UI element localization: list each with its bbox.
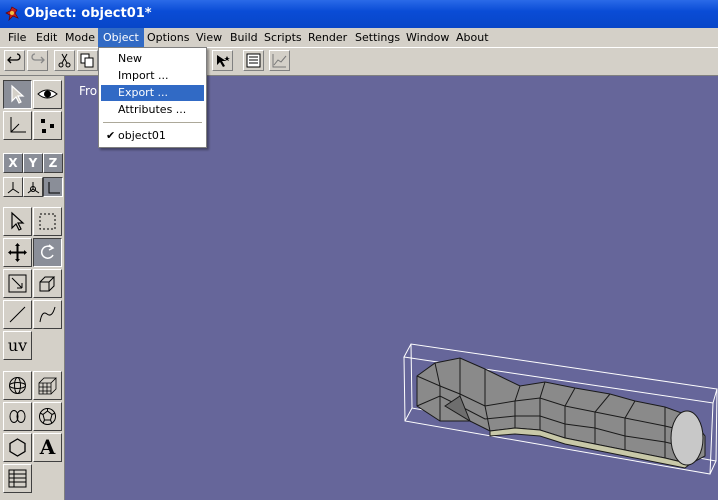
menu-window[interactable]: Window	[401, 28, 454, 47]
torus-primitive-button[interactable]	[3, 402, 32, 431]
extrude-tool-button[interactable]	[33, 269, 62, 298]
points-tool-button[interactable]	[33, 111, 62, 140]
menu-file[interactable]: File	[3, 28, 31, 47]
curve-icon	[39, 306, 56, 323]
world-space-button[interactable]	[3, 177, 23, 197]
sphere-icon	[9, 377, 26, 394]
menu-item-import[interactable]: Import ...	[101, 68, 204, 84]
screen-axes-icon	[48, 182, 60, 194]
move-tool-button[interactable]	[3, 238, 32, 267]
menu-scripts[interactable]: Scripts	[259, 28, 307, 47]
menu-settings[interactable]: Settings	[350, 28, 405, 47]
scale-icon	[8, 274, 27, 293]
arrow-pointer-icon	[11, 84, 25, 104]
line-icon	[9, 306, 26, 323]
menu-item-attributes[interactable]: Attributes ...	[101, 102, 204, 118]
box-select-icon	[39, 213, 56, 230]
scale-tool-button[interactable]	[3, 269, 32, 298]
grid-primitive-button[interactable]	[33, 371, 62, 400]
select-vertex-icon	[217, 55, 230, 67]
line-tool-button[interactable]	[3, 300, 32, 329]
uv-label: UV	[7, 336, 28, 355]
menu-render[interactable]: Render	[303, 28, 352, 47]
axes-icon	[10, 117, 26, 133]
select-vertex-button[interactable]	[212, 50, 233, 71]
torus-icon	[9, 410, 26, 423]
x-axis-label: X	[8, 156, 18, 170]
undo-icon	[7, 53, 21, 64]
text-tool-label: A	[39, 435, 56, 459]
curve-tool-button[interactable]	[33, 300, 62, 329]
y-axis-label: Y	[28, 156, 38, 170]
grid-cube-icon	[38, 377, 57, 395]
copy-button[interactable]	[77, 50, 98, 71]
rotate-tool-button[interactable]	[33, 238, 62, 267]
uv-tool-button[interactable]: UV	[3, 331, 32, 360]
local-space-button[interactable]	[23, 177, 43, 197]
y-axis-toggle[interactable]: Y	[23, 153, 43, 173]
eye-icon	[37, 89, 58, 99]
axis-tool-button[interactable]	[3, 111, 32, 140]
menu-bar: File Edit Mode Object Options View Build…	[0, 28, 718, 48]
cut-icon	[58, 53, 71, 68]
check-icon: ✔	[106, 129, 116, 142]
list-button[interactable]	[243, 50, 264, 71]
menu-about[interactable]: About	[451, 28, 494, 47]
world-axes-icon	[7, 182, 20, 194]
geodesic-icon	[39, 408, 56, 425]
table-icon	[8, 469, 27, 488]
tool-sidebar: X Y Z UV	[0, 76, 65, 500]
cube-outline-icon	[39, 276, 56, 292]
redo-icon	[31, 53, 45, 64]
menu-build[interactable]: Build	[225, 28, 263, 47]
graph-icon	[272, 54, 287, 68]
list-icon	[246, 53, 261, 68]
menu-edit[interactable]: Edit	[31, 28, 62, 47]
menu-object[interactable]: Object	[98, 28, 144, 47]
polygon-primitive-button[interactable]	[3, 433, 32, 462]
menu-view[interactable]: View	[191, 28, 227, 47]
cut-button[interactable]	[54, 50, 75, 71]
app-icon	[5, 6, 19, 21]
move-icon	[8, 243, 27, 262]
table-tool-button[interactable]	[3, 464, 32, 493]
menu-mode[interactable]: Mode	[60, 28, 100, 47]
z-axis-label: Z	[48, 156, 58, 170]
hexagon-icon	[9, 438, 26, 457]
text-primitive-button[interactable]: A	[33, 433, 62, 462]
menu-item-object01[interactable]: ✔ object01	[101, 128, 204, 144]
undo-button[interactable]	[4, 50, 25, 71]
rotate-icon	[40, 244, 55, 259]
screen-space-button[interactable]	[43, 177, 63, 197]
pick-tool-button[interactable]	[3, 207, 32, 236]
graph-button[interactable]	[269, 50, 290, 71]
select-tool-button[interactable]	[3, 80, 32, 109]
menu-item-export[interactable]: Export ...	[101, 85, 204, 101]
menu-options[interactable]: Options	[142, 28, 194, 47]
geodesic-primitive-button[interactable]	[33, 402, 62, 431]
redo-button[interactable]	[27, 50, 48, 71]
object-menu-dropdown: New Import ... Export ... Attributes ...…	[98, 47, 207, 148]
x-axis-toggle[interactable]: X	[3, 153, 23, 173]
copy-icon	[80, 53, 94, 68]
view-tool-button[interactable]	[33, 80, 62, 109]
sphere-primitive-button[interactable]	[3, 371, 32, 400]
local-axes-icon	[27, 182, 40, 194]
points-icon	[41, 119, 54, 133]
box-select-button[interactable]	[33, 207, 62, 236]
title-bar[interactable]: Object: object01*	[0, 0, 718, 28]
window-title: Object: object01*	[24, 6, 152, 21]
menu-item-new[interactable]: New	[101, 51, 204, 67]
tube-mesh	[416, 357, 706, 469]
z-axis-toggle[interactable]: Z	[43, 153, 63, 173]
menu-separator	[103, 122, 202, 123]
arrow-pointer-icon	[11, 211, 25, 231]
